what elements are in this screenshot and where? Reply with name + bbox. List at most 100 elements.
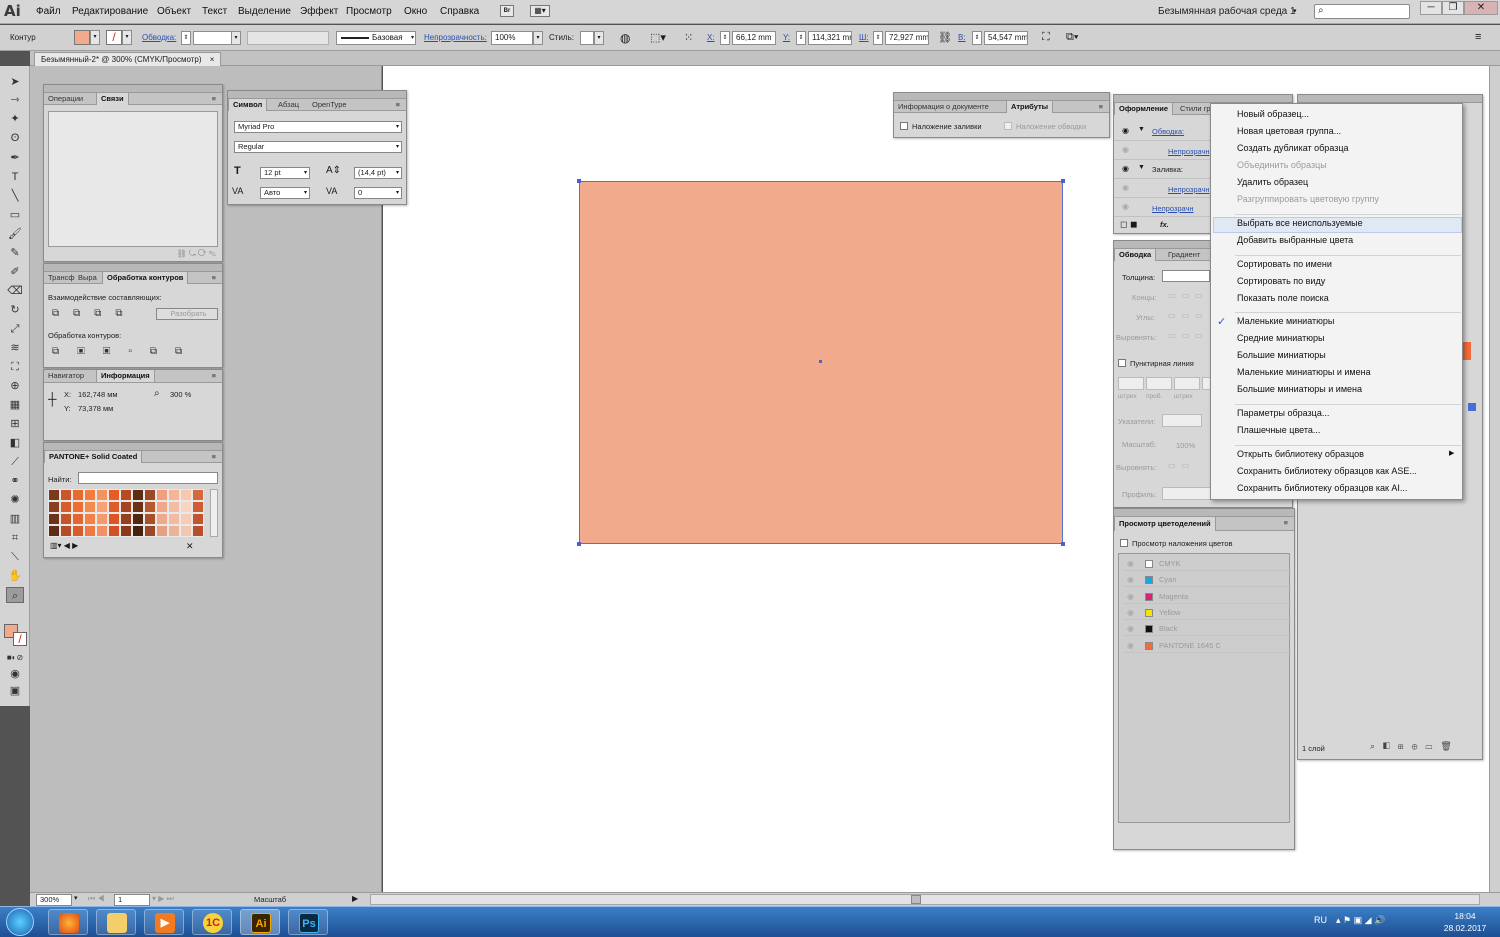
free-transform-tool-icon[interactable]: ⛶ xyxy=(6,359,24,375)
opacity-input[interactable]: 100% xyxy=(491,31,533,45)
eraser-tool-icon[interactable]: ⌫ xyxy=(6,283,24,299)
stroke-weight-stepper[interactable]: ⇕ xyxy=(181,31,191,45)
status-info-label[interactable]: Масштаб xyxy=(254,895,286,904)
x-input[interactable]: 66,12 mm xyxy=(732,31,776,45)
stroke-weight-input[interactable] xyxy=(193,31,233,45)
color-swatch[interactable] xyxy=(108,501,120,513)
color-swatch[interactable] xyxy=(180,525,192,537)
delete-icon[interactable]: ✕ xyxy=(186,541,194,552)
column-graph-tool-icon[interactable]: ▥ xyxy=(6,511,24,527)
menu-item[interactable]: Удалить образец xyxy=(1237,177,1308,187)
warp-tool-icon[interactable]: ≋ xyxy=(6,340,24,356)
menu-edit[interactable]: Редактирование xyxy=(72,6,148,17)
panel-menu-icon[interactable]: ≡ xyxy=(208,370,220,382)
color-swatch[interactable] xyxy=(120,489,132,501)
separation-row[interactable]: ◉ Black xyxy=(1123,621,1291,637)
color-swatch[interactable] xyxy=(96,513,108,525)
color-swatch[interactable] xyxy=(120,525,132,537)
line-tool-icon[interactable]: ╲ xyxy=(6,188,24,204)
color-swatch[interactable] xyxy=(96,525,108,537)
tab-attributes[interactable]: Атрибуты xyxy=(1006,101,1054,113)
menu-item[interactable]: Маленькие миниатюры и имена xyxy=(1237,367,1371,377)
artboard-tool-icon[interactable]: ⌗ xyxy=(6,530,24,546)
appearance-fill[interactable]: Заливка: xyxy=(1152,165,1183,174)
layer-target-indicator[interactable] xyxy=(1468,403,1476,411)
height-input[interactable]: 54,547 mm xyxy=(984,31,1028,45)
scale-value[interactable]: 100% xyxy=(1176,441,1195,450)
pencil-tool-icon[interactable]: ✎ xyxy=(6,245,24,261)
shape-builder-tool-icon[interactable]: ⊕ xyxy=(6,378,24,394)
width-link[interactable]: Ш: xyxy=(859,33,869,42)
separation-row[interactable]: ◉ PANTONE 1645 C xyxy=(1123,638,1291,653)
width-input[interactable]: 72,927 mm xyxy=(885,31,929,45)
color-swatch[interactable] xyxy=(180,489,192,501)
font-style-select[interactable]: Regular ▾ xyxy=(234,141,402,153)
menu-item[interactable]: Средние миниатюры xyxy=(1237,333,1324,343)
close-tab-icon[interactable]: × xyxy=(210,55,215,64)
corner-buttons[interactable]: ▭▭▭ xyxy=(1168,311,1209,320)
language-indicator[interactable]: RU xyxy=(1314,915,1327,925)
reference-point-icon[interactable]: ⁙ xyxy=(684,31,693,45)
align-stroke-buttons[interactable]: ▭▭▭ xyxy=(1168,331,1209,340)
tab-actions[interactable]: Операции xyxy=(44,93,87,105)
mesh-tool-icon[interactable]: ⊞ xyxy=(6,416,24,432)
visibility-eye-icon[interactable]: ◉ xyxy=(1122,183,1129,192)
overprint-fill-checkbox[interactable] xyxy=(900,122,908,130)
fill-color-swatch[interactable] xyxy=(74,30,90,45)
screen-mode-icon[interactable]: ▣ xyxy=(6,683,24,699)
anchor-point[interactable] xyxy=(577,179,581,183)
separation-row[interactable]: ◉ Cyan xyxy=(1123,572,1291,588)
paintbrush-tool-icon[interactable]: 🖌 xyxy=(6,226,24,242)
visibility-eye-icon[interactable]: ◉ xyxy=(1122,164,1129,173)
isolate-group-icon[interactable]: ⧉▾ xyxy=(1066,31,1078,44)
recolor-artwork-icon[interactable]: ◍ xyxy=(620,31,630,45)
swatch-scrollbar[interactable] xyxy=(210,489,218,537)
menu-help[interactable]: Справка xyxy=(440,6,479,17)
menu-type[interactable]: Текст xyxy=(202,6,227,17)
document-tab[interactable]: Безымянный-2* @ 300% (CMYK/Просмотр) × xyxy=(34,52,222,66)
pantone-swatch-grid[interactable] xyxy=(48,489,204,537)
color-swatch[interactable] xyxy=(120,513,132,525)
blend-tool-icon[interactable]: ⚭ xyxy=(6,473,24,489)
slice-tool-icon[interactable]: ⟍ xyxy=(6,549,24,565)
panel-menu-icon[interactable]: ≡ xyxy=(208,272,220,284)
variable-width-profile[interactable] xyxy=(247,31,329,45)
separation-row[interactable]: ◉ Magenta xyxy=(1123,589,1291,604)
width-stepper[interactable]: ⇕ xyxy=(873,31,883,45)
x-link[interactable]: X: xyxy=(707,33,715,42)
firefox-icon[interactable] xyxy=(48,909,88,935)
visibility-eye-icon[interactable]: ◉ xyxy=(1127,572,1134,587)
tab-character[interactable]: Символ xyxy=(228,99,268,111)
color-swatch[interactable] xyxy=(72,513,84,525)
color-swatch[interactable] xyxy=(72,489,84,501)
color-swatch[interactable] xyxy=(144,501,156,513)
color-swatch[interactable] xyxy=(108,489,120,501)
shape-mode-buttons[interactable]: ⧉⧉⧉⧉ xyxy=(52,308,137,319)
height-stepper[interactable]: ⇕ xyxy=(972,31,982,45)
color-swatch[interactable] xyxy=(84,489,96,501)
color-swatch[interactable] xyxy=(48,489,60,501)
visibility-eye-icon[interactable]: ◉ xyxy=(1127,605,1134,620)
appearance-opacity-1[interactable]: Непрозрачн xyxy=(1168,147,1210,156)
constrain-proportions-icon[interactable]: ⛓ xyxy=(938,31,952,44)
start-button[interactable] xyxy=(6,908,34,936)
color-swatch[interactable] xyxy=(192,513,204,525)
zoom-tool-icon[interactable]: ⌕ xyxy=(6,587,24,603)
menu-item[interactable]: Открыть библиотеку образцов xyxy=(1237,449,1364,459)
selection-tool-icon[interactable]: ➤ xyxy=(6,74,24,90)
visibility-eye-icon[interactable]: ◉ xyxy=(1122,126,1129,135)
links-list[interactable] xyxy=(48,111,218,247)
artboard-nav-prev[interactable]: ⏮ ◀ xyxy=(88,894,105,904)
type-tool-icon[interactable]: T xyxy=(6,169,24,185)
visibility-eye-icon[interactable]: ◉ xyxy=(1127,638,1134,653)
color-swatch[interactable] xyxy=(48,525,60,537)
profile-select[interactable] xyxy=(1162,487,1212,500)
tab-document-info[interactable]: Информация о документе xyxy=(894,101,993,113)
panel-menu-icon[interactable]: ≡ xyxy=(208,93,220,105)
media-icon[interactable]: ▶ xyxy=(144,909,184,935)
menu-item[interactable]: Сортировать по виду xyxy=(1237,276,1325,286)
color-swatch[interactable] xyxy=(192,525,204,537)
visibility-eye-icon[interactable]: ◉ xyxy=(1122,145,1129,154)
vertical-scrollbar[interactable] xyxy=(1489,66,1500,892)
appearance-stroke[interactable]: Обводка: xyxy=(1152,127,1184,136)
